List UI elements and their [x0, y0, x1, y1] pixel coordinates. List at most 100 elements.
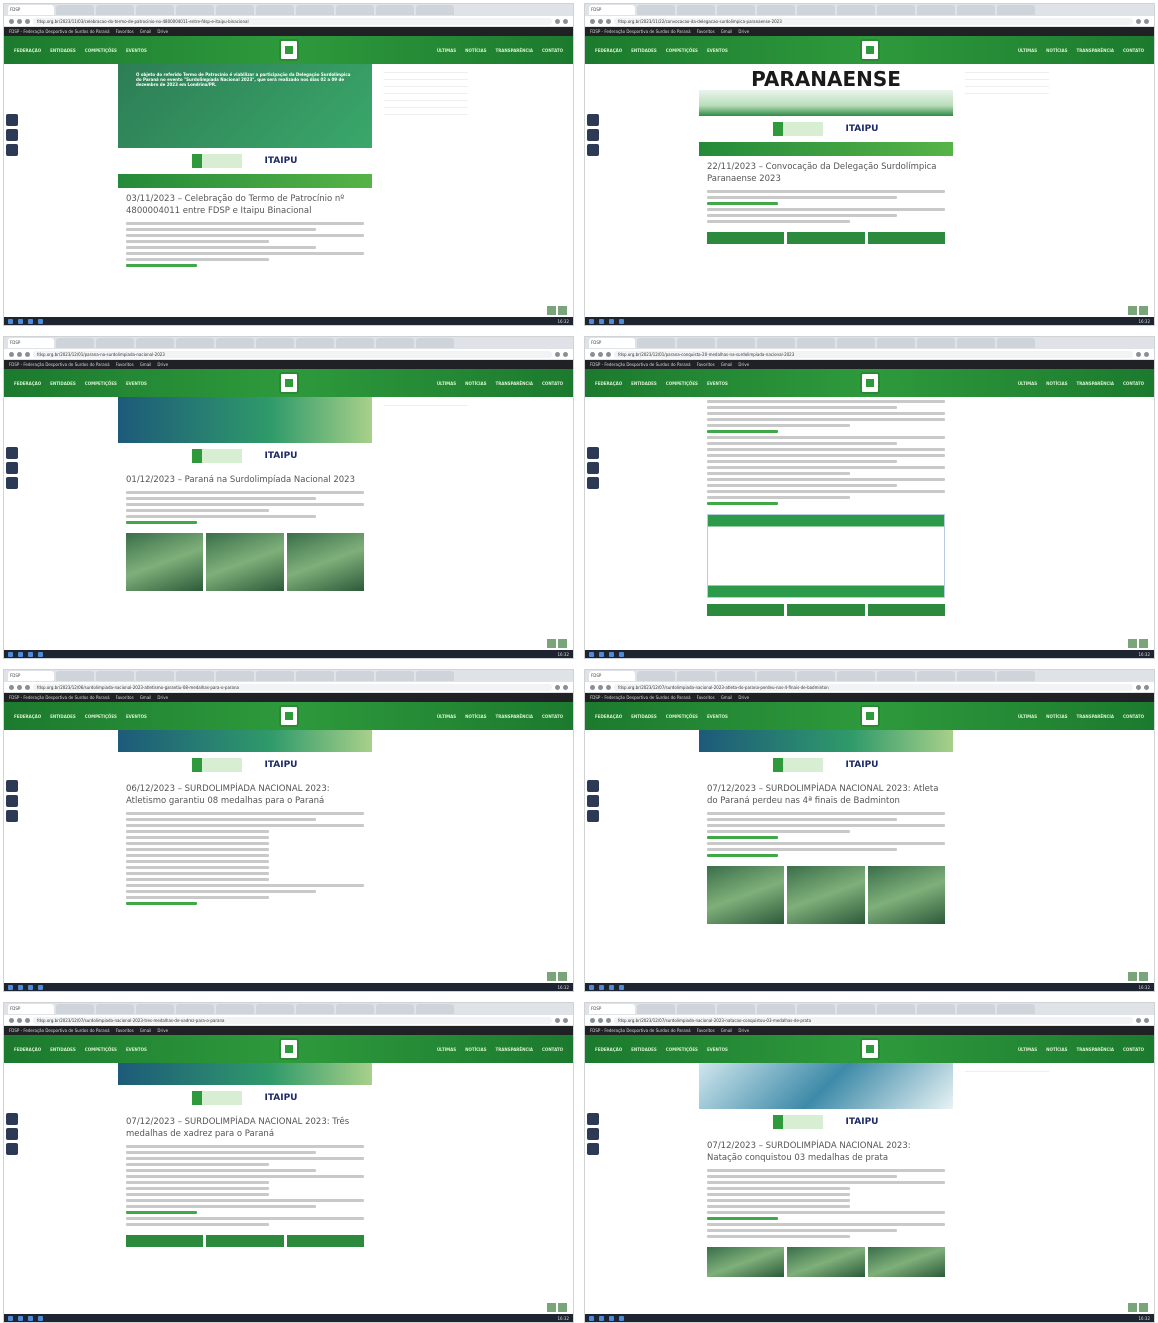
libras-icon[interactable] [587, 795, 599, 807]
bookmark[interactable]: Favoritos [697, 695, 715, 700]
nav-link[interactable]: COMPETIÇÕES [666, 48, 698, 53]
nav-link[interactable]: FEDERAÇÃO [14, 381, 41, 386]
sidebar-link[interactable] [965, 87, 1049, 94]
accessibility-icon[interactable] [587, 1113, 599, 1125]
bookmark[interactable]: Gmail [721, 362, 733, 367]
badminton-photo[interactable] [787, 866, 865, 924]
tab[interactable] [176, 671, 214, 681]
reload-icon[interactable] [606, 351, 611, 357]
card[interactable] [286, 1235, 364, 1247]
app-icon[interactable] [38, 1315, 43, 1321]
profile-icon[interactable] [1144, 18, 1149, 24]
forward-icon[interactable] [17, 18, 22, 24]
nav-link[interactable]: ÚLTIMAS [437, 48, 456, 53]
bookmark[interactable]: Drive [157, 29, 168, 34]
card-atletismo[interactable] [707, 232, 785, 244]
fdsp-logo[interactable] [860, 372, 880, 394]
tab[interactable] [376, 5, 414, 15]
tab[interactable] [757, 671, 795, 681]
fdsp-logo[interactable] [860, 39, 880, 61]
post-title[interactable]: 03/11/2023 – Celebração do Termo de Patr… [118, 188, 372, 219]
card[interactable] [867, 604, 945, 616]
forward-icon[interactable] [17, 684, 22, 690]
tab[interactable] [837, 671, 875, 681]
tab[interactable] [957, 1004, 995, 1014]
nav-link[interactable]: COMPETIÇÕES [666, 381, 698, 386]
bookmark[interactable]: Gmail [721, 1028, 733, 1033]
bookmark[interactable]: FDSP - Federação Desportiva de Surdos do… [9, 362, 110, 367]
chat-icon[interactable] [547, 306, 556, 315]
nav-link[interactable]: EVENTOS [707, 48, 728, 53]
contrast-icon[interactable] [587, 810, 599, 822]
nav-link[interactable]: CONTATO [1123, 1047, 1144, 1052]
star-icon[interactable] [555, 684, 560, 690]
tab[interactable] [336, 671, 374, 681]
reload-icon[interactable] [25, 684, 30, 690]
bookmark[interactable]: Drive [738, 1028, 749, 1033]
tab[interactable] [416, 671, 454, 681]
nav-link[interactable]: FEDERAÇÃO [595, 381, 622, 386]
tab[interactable] [176, 1004, 214, 1014]
post-title[interactable]: 01/12/2023 – Paraná na Surdolimpíada Nac… [118, 469, 372, 488]
libras-icon[interactable] [6, 129, 18, 141]
tab[interactable] [677, 338, 715, 348]
bookmark[interactable]: Favoritos [697, 362, 715, 367]
url-input[interactable]: fdsp.org.br/2023/12/07/surdolimpiada-nac… [614, 683, 1133, 691]
app-icon[interactable] [28, 984, 33, 990]
contrast-icon[interactable] [587, 477, 599, 489]
tab[interactable] [136, 1004, 174, 1014]
sidebar-link[interactable] [384, 73, 468, 80]
back-icon[interactable] [590, 351, 595, 357]
app-icon[interactable] [18, 984, 23, 990]
profile-icon[interactable] [1144, 1017, 1149, 1023]
tab[interactable] [917, 5, 955, 15]
tab[interactable] [336, 338, 374, 348]
start-icon[interactable] [8, 651, 13, 657]
post-title[interactable]: 07/12/2023 – SURDOLIMPÍADA NACIONAL 2023… [699, 778, 953, 809]
nav-link[interactable]: ÚLTIMAS [1018, 381, 1037, 386]
profile-icon[interactable] [1144, 684, 1149, 690]
tab[interactable] [797, 671, 835, 681]
bookmark[interactable]: Favoritos [116, 362, 134, 367]
tab[interactable] [216, 338, 254, 348]
back-icon[interactable] [590, 1017, 595, 1023]
url-input[interactable]: fdsp.org.br/2023/12/07/surdolimpiada-nac… [614, 1016, 1133, 1024]
nav-link[interactable]: FEDERAÇÃO [14, 48, 41, 53]
up-icon[interactable] [1139, 972, 1148, 981]
post-title[interactable]: 07/12/2023 – SURDOLIMPÍADA NACIONAL 2023… [118, 1111, 372, 1142]
post-title[interactable]: 07/12/2023 – SURDOLIMPÍADA NACIONAL 2023… [699, 1135, 953, 1166]
tab[interactable] [376, 671, 414, 681]
bookmark[interactable]: Favoritos [697, 29, 715, 34]
tab[interactable] [757, 5, 795, 15]
tab[interactable] [256, 5, 294, 15]
tab[interactable] [677, 671, 715, 681]
reload-icon[interactable] [606, 684, 611, 690]
libras-icon[interactable] [6, 1128, 18, 1140]
sidebar-link[interactable] [384, 80, 468, 87]
nav-link[interactable]: COMPETIÇÕES [85, 48, 117, 53]
app-icon[interactable] [619, 651, 624, 657]
nav-link[interactable]: COMPETIÇÕES [666, 714, 698, 719]
bookmark[interactable]: FDSP - Federação Desportiva de Surdos do… [9, 695, 110, 700]
reload-icon[interactable] [25, 18, 30, 24]
chat-icon[interactable] [1128, 1303, 1137, 1312]
nav-link[interactable]: ÚLTIMAS [437, 1047, 456, 1052]
card[interactable] [206, 1235, 284, 1247]
app-icon[interactable] [599, 984, 604, 990]
tab[interactable] [256, 671, 294, 681]
up-icon[interactable] [1139, 1303, 1148, 1312]
nav-link[interactable]: FEDERAÇÃO [595, 714, 622, 719]
start-icon[interactable] [8, 984, 13, 990]
tab[interactable] [717, 5, 755, 15]
nav-link[interactable]: TRANSPARÊNCIA [1077, 1047, 1114, 1052]
chat-icon[interactable] [1128, 639, 1137, 648]
tab[interactable] [416, 5, 454, 15]
reload-icon[interactable] [606, 1017, 611, 1023]
tab[interactable] [957, 5, 995, 15]
start-icon[interactable] [589, 318, 594, 324]
bookmark[interactable]: Favoritos [116, 29, 134, 34]
accessibility-icon[interactable] [6, 114, 18, 126]
profile-icon[interactable] [563, 18, 568, 24]
fdsp-logo[interactable] [279, 39, 299, 61]
medal-table-card[interactable] [707, 514, 945, 598]
